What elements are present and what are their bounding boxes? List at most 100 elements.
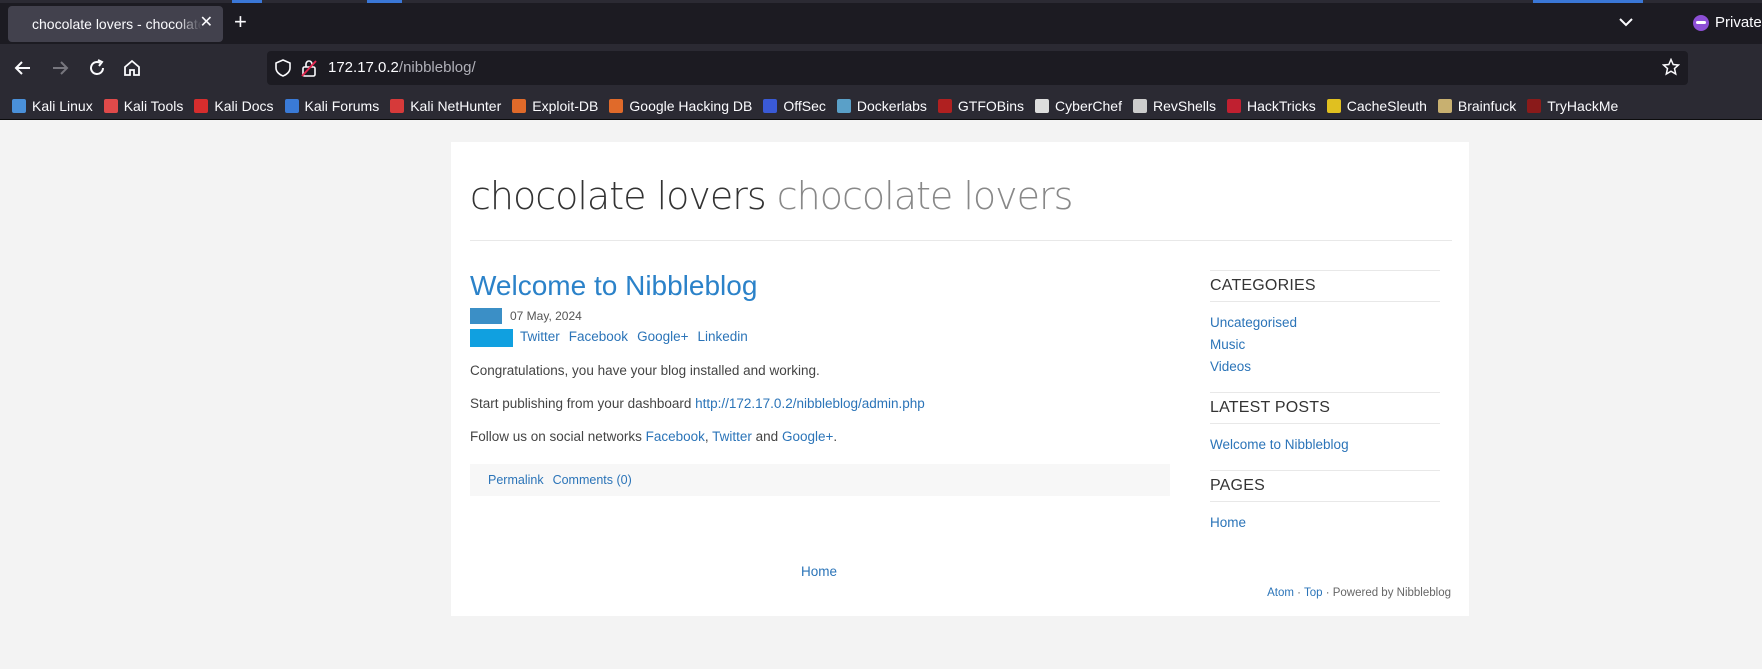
back-to-top-link[interactable]: Top	[1304, 587, 1323, 599]
separator-and: and	[751, 429, 782, 444]
sidebar-latest-posts: LATEST POSTS Welcome to Nibbleblog	[1210, 392, 1440, 470]
bookmark-label: HackTricks	[1247, 97, 1316, 114]
kali-icon	[12, 98, 26, 113]
address-bar[interactable]: 172.17.0.2/nibbleblog/	[267, 51, 1688, 85]
bookmark-label: Kali Docs	[214, 97, 274, 114]
sidebar-categories: CATEGORIES Uncategorised Music Videos	[1210, 270, 1440, 392]
bookmark-label: Brainfuck	[1457, 97, 1517, 114]
bookmark-item[interactable]: HackTricks	[1227, 98, 1316, 114]
bookmark-label: Kali NetHunter	[410, 97, 502, 114]
share-googleplus-link[interactable]: Google+	[637, 329, 688, 344]
private-label: Private	[1715, 14, 1762, 31]
blog-name[interactable]: chocolate lovers	[470, 174, 767, 218]
bookmark-item[interactable]: Dockerlabs	[836, 98, 927, 114]
post-body-line-2-text: Start publishing from your dashboard	[470, 396, 696, 411]
bookmark-item[interactable]: Kali Tools	[103, 98, 183, 114]
bookmark-item[interactable]: Kali Linux	[12, 98, 93, 114]
url-path: /nibbleblog/	[398, 59, 476, 76]
blog-container: chocolate lovers chocolate lovers Welcom…	[451, 142, 1469, 616]
reload-icon[interactable]	[86, 57, 108, 79]
blog-header: chocolate lovers chocolate lovers	[470, 174, 1074, 218]
url-host: 172.17.0.2	[328, 59, 399, 76]
nethunter-icon	[390, 98, 405, 113]
atom-feed-link[interactable]: Atom	[1267, 587, 1294, 599]
url-text[interactable]: 172.17.0.2/nibbleblog/	[328, 59, 476, 76]
social-googleplus-link[interactable]: Google+	[782, 429, 833, 444]
bookmark-item[interactable]: Kali NetHunter	[390, 98, 501, 114]
ghdb-icon	[609, 98, 624, 113]
home-icon[interactable]	[121, 57, 143, 79]
bookmark-item[interactable]: TryHackMe	[1527, 98, 1618, 114]
admin-dashboard-link[interactable]: http://172.17.0.2/nibbleblog/admin.php	[695, 396, 925, 411]
bookmark-item[interactable]: Brainfuck	[1437, 97, 1517, 114]
comments-link[interactable]: Comments (0)	[553, 473, 632, 487]
pages-heading: PAGES	[1210, 471, 1440, 502]
blog-slogan: chocolate lovers	[776, 174, 1074, 218]
bookmark-label: CyberChef	[1055, 97, 1122, 114]
bookmark-item[interactable]: OffSec	[763, 98, 826, 114]
tab-title: chocolate lovers - chocolate lovers	[32, 16, 202, 32]
bookmark-item[interactable]: Exploit-DB	[512, 98, 598, 114]
bookmark-label: OffSec	[783, 97, 826, 114]
header-divider	[470, 240, 1452, 241]
permalink-link[interactable]: Permalink	[488, 473, 544, 487]
social-facebook-link[interactable]: Facebook	[646, 429, 705, 444]
share-facebook-link[interactable]: Facebook	[569, 329, 628, 344]
navigation-toolbar: 172.17.0.2/nibbleblog/	[0, 44, 1762, 92]
bookmark-item[interactable]: CyberChef	[1035, 98, 1122, 114]
post-footer: Permalink Comments (0)	[470, 464, 1170, 496]
post-body-line-3: Follow us on social networks Facebook, T…	[470, 429, 837, 444]
sidebar-pages: PAGES Home	[1210, 470, 1440, 548]
powered-by-text: · Powered by Nibbleblog	[1322, 587, 1451, 599]
footer-separator: ·	[1293, 587, 1304, 599]
post-body-line-1: Congratulations, you have your blog inst…	[470, 363, 820, 378]
hacktricks-icon	[1227, 98, 1241, 113]
category-link[interactable]: Videos	[1210, 356, 1440, 378]
browser-tab-active[interactable]: chocolate lovers - chocolate lovers ✕	[8, 6, 223, 42]
bookmark-item[interactable]: Kali Forums	[284, 97, 380, 114]
post-date-badge	[470, 308, 502, 324]
category-link[interactable]: Music	[1210, 334, 1440, 356]
cyberchef-icon	[1035, 98, 1050, 113]
bookmark-item[interactable]: RevShells	[1132, 98, 1216, 114]
new-tab-plus-icon[interactable]: +	[234, 11, 247, 33]
latest-post-link[interactable]: Welcome to Nibbleblog	[1210, 434, 1440, 456]
kali-tools-icon	[103, 98, 118, 113]
post-date: 07 May, 2024	[510, 309, 582, 323]
forward-arrow-icon[interactable]	[49, 57, 71, 79]
back-arrow-icon[interactable]	[12, 57, 34, 79]
private-mask-icon	[1693, 14, 1709, 31]
bookmark-item[interactable]: CacheSleuth	[1326, 97, 1427, 114]
bookmark-label: Kali Linux	[32, 97, 93, 114]
tab-bar: chocolate lovers - chocolate lovers ✕ + …	[0, 0, 1762, 44]
post-body-line-2: Start publishing from your dashboard htt…	[470, 396, 925, 411]
social-twitter-link[interactable]: Twitter	[712, 429, 752, 444]
share-linkedin-link[interactable]: Linkedin	[697, 329, 747, 344]
pager-home-link[interactable]: Home	[801, 564, 837, 579]
sidebar: CATEGORIES Uncategorised Music Videos LA…	[1210, 270, 1440, 548]
list-all-tabs-chevron-icon[interactable]	[1618, 16, 1634, 28]
post-body-line-3-text: Follow us on social networks	[470, 429, 646, 444]
tryhackme-icon	[1527, 98, 1542, 113]
bookmark-item[interactable]: GTFOBins	[937, 98, 1024, 114]
bookmark-item[interactable]: Google Hacking DB	[609, 98, 752, 114]
bookmark-label: Google Hacking DB	[629, 97, 753, 114]
bookmark-label: Kali Forums	[304, 97, 380, 114]
web-page-viewport: chocolate lovers chocolate lovers Welcom…	[0, 120, 1762, 669]
brainfuck-icon	[1437, 98, 1452, 113]
bookmark-label: Exploit-DB	[532, 97, 599, 114]
bookmark-item[interactable]: Kali Docs	[194, 97, 274, 114]
share-links: Twitter Facebook Google+ Linkedin	[520, 329, 748, 344]
tracking-protection-shield-icon[interactable]	[275, 59, 291, 77]
tab-close-icon[interactable]: ✕	[200, 14, 213, 32]
share-twitter-link[interactable]: Twitter	[520, 329, 560, 344]
post-title-link[interactable]: Welcome to Nibbleblog	[470, 270, 757, 302]
category-link[interactable]: Uncategorised	[1210, 312, 1440, 334]
page-link-home[interactable]: Home	[1210, 512, 1440, 534]
bookmark-label: CacheSleuth	[1346, 97, 1427, 114]
revshells-icon	[1132, 98, 1147, 113]
kali-forums-icon	[284, 98, 299, 113]
bookmark-star-icon[interactable]	[1662, 58, 1680, 76]
blog-footer: Atom · Top · Powered by Nibbleblog	[1267, 587, 1451, 599]
insecure-lock-icon[interactable]	[301, 59, 317, 77]
